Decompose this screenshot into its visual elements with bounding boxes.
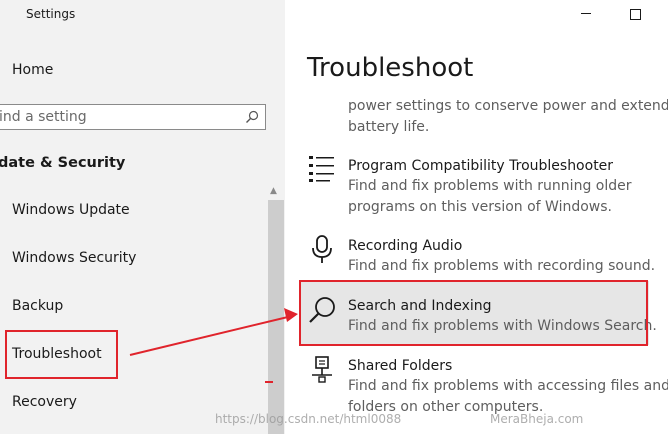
scroll-up-arrow-icon[interactable]: ▲ (270, 186, 277, 196)
minimize-button[interactable] (581, 13, 591, 14)
troubleshooter-title[interactable]: Shared Folders (348, 358, 452, 374)
watermark-url: https://blog.csdn.net/html0088 (215, 412, 402, 426)
section-heading: date & Security (0, 155, 126, 171)
sidebar-item-recovery[interactable]: Recovery (12, 394, 77, 410)
troubleshooter-title[interactable]: Program Compatibility Troubleshooter (348, 158, 613, 174)
troubleshooter-desc: Find and fix problems with recording sou… (348, 258, 656, 274)
settings-sidebar: Settings Home ind a setting date & Secur… (0, 0, 285, 434)
page-title: Troubleshoot (307, 53, 474, 83)
watermark-brand: MeraBheja.com (490, 412, 584, 426)
sidebar-item-windows-update[interactable]: Windows Update (12, 202, 130, 218)
search-input[interactable]: ind a setting (0, 104, 266, 130)
sidebar-item-backup[interactable]: Backup (12, 298, 63, 314)
window-title: Settings (26, 7, 76, 21)
shared-folder-icon (312, 356, 332, 383)
highlight-box-troubleshoot (5, 330, 118, 379)
troubleshoot-page: Troubleshoot power settings to conserve … (285, 0, 668, 434)
annotation-mark (265, 381, 273, 383)
sidebar-item-home[interactable]: Home (12, 62, 53, 78)
scrollbar[interactable] (268, 200, 284, 434)
troubleshooter-desc: Find and fix problems with accessing fil… (348, 378, 668, 394)
item-desc-line: battery life. (348, 119, 430, 135)
item-desc-line: power settings to conserve power and ext… (348, 98, 668, 114)
highlight-box-search-indexing (299, 280, 648, 346)
microphone-icon (312, 235, 332, 263)
troubleshooter-desc: Find and fix problems with running older (348, 178, 632, 194)
search-icon (246, 110, 259, 123)
troubleshooter-desc: programs on this version of Windows. (348, 199, 613, 215)
troubleshooter-title[interactable]: Recording Audio (348, 238, 462, 254)
maximize-button[interactable] (630, 9, 641, 20)
list-icon (309, 156, 334, 182)
search-placeholder: ind a setting (0, 109, 87, 125)
sidebar-item-windows-security[interactable]: Windows Security (12, 250, 136, 266)
